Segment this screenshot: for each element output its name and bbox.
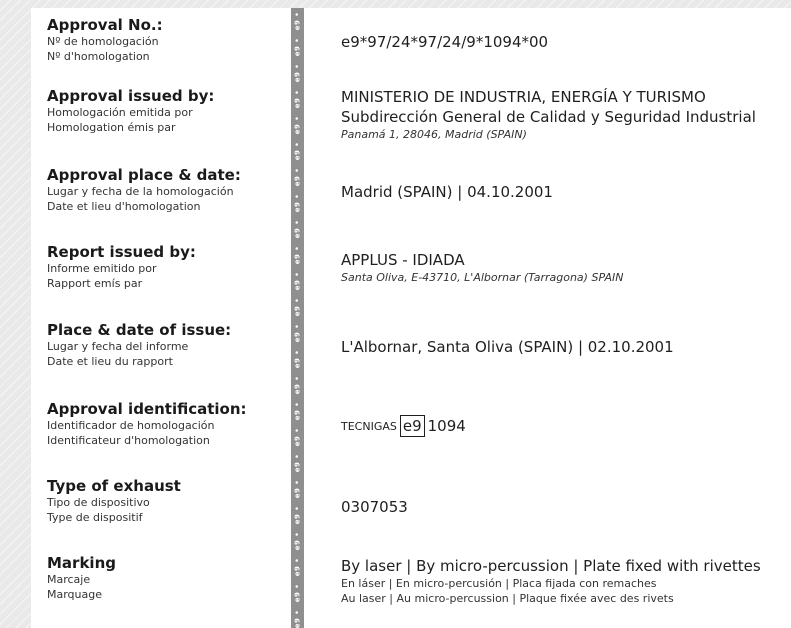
field-label: Approval place & date:	[47, 166, 241, 184]
value-cell: L'Albornar, Santa Oliva (SPAIN) | 02.10.…	[341, 337, 791, 357]
label-cell: Approval issued by: Homologación emitida…	[47, 87, 297, 135]
marking-value-es: En láser | En micro-percusión | Placa fi…	[341, 577, 657, 590]
field-label-fr: Marquage	[47, 588, 103, 601]
identification-number: 1094	[427, 417, 466, 435]
marking-value: By laser | By micro-percussion | Plate f…	[341, 557, 761, 575]
field-label-fr: Date et lieu d'homologation	[47, 200, 201, 213]
e-mark-box: e9	[399, 415, 425, 437]
label-cell: Approval place & date: Lugar y fecha de …	[47, 166, 297, 214]
issuer-address: Panamá 1, 28046, Madrid (SPAIN)	[341, 128, 527, 141]
approval-identification-mark: TECNIGAS e9 1094	[341, 415, 791, 437]
field-label: Approval No.:	[47, 16, 163, 34]
field-label-fr: Nº d'homologation	[47, 50, 150, 63]
report-issuer-address: Santa Oliva, E-43710, L'Albornar (Tarrag…	[341, 271, 624, 284]
e9-divider-mark: e9 •	[293, 63, 302, 83]
e9-divider-mark: e9 •	[293, 297, 302, 317]
field-label-fr: Homologation émis par	[47, 121, 176, 134]
field-label: Marking	[47, 554, 116, 572]
field-label-es: Lugar y fecha de la homologación	[47, 185, 234, 198]
field-label-es: Informe emitido por	[47, 262, 157, 275]
label-cell: Report issued by: Informe emitido por Ra…	[47, 243, 297, 291]
field-label-es: Identificador de homologación	[47, 419, 215, 432]
field-label-es: Nº de homologación	[47, 35, 159, 48]
field-label-fr: Date et lieu du rapport	[47, 355, 173, 368]
field-label: Approval identification:	[47, 400, 247, 418]
field-label: Type of exhaust	[47, 477, 181, 495]
report-issuer-name: APPLUS - IDIADA	[341, 251, 465, 269]
field-label-es: Homologación emitida por	[47, 106, 193, 119]
field-label-fr: Type de dispositif	[47, 511, 143, 524]
marking-value-fr: Au laser | Au micro-percussion | Plaque …	[341, 592, 674, 605]
label-cell: Type of exhaust Tipo de dispositivo Type…	[47, 477, 297, 525]
value-cell: e9*97/24*97/24/9*1094*00	[341, 32, 791, 52]
e9-divider-mark: e9 •	[293, 453, 302, 473]
issuer-name: MINISTERIO DE INDUSTRIA, ENERGÍA Y TURIS…	[341, 88, 706, 106]
exhaust-type-value: 0307053	[341, 498, 408, 516]
label-cell: Approval No.: Nº de homologación Nº d'ho…	[47, 16, 297, 64]
value-cell: Madrid (SPAIN) | 04.10.2001	[341, 182, 791, 202]
field-label: Report issued by:	[47, 243, 196, 261]
label-cell: Approval identification: Identificador d…	[47, 400, 297, 448]
value-cell: APPLUS - IDIADA Santa Oliva, E-43710, L'…	[341, 250, 791, 285]
field-label-fr: Identificateur d'homologation	[47, 434, 210, 447]
e9-divider-mark: e9 •	[293, 219, 302, 239]
label-cell: Marking Marcaje Marquage	[47, 554, 297, 602]
approval-number-value: e9*97/24*97/24/9*1094*00	[341, 33, 549, 51]
field-label-es: Tipo de dispositivo	[47, 496, 150, 509]
e9-divider-mark: e9 •	[293, 375, 302, 395]
brand-name: TECNIGAS	[341, 419, 397, 433]
field-label-es: Lugar y fecha del informe	[47, 340, 189, 353]
value-cell: 0307053	[341, 497, 791, 517]
value-cell: By laser | By micro-percussion | Plate f…	[341, 556, 791, 606]
field-label: Approval issued by:	[47, 87, 215, 105]
e9-divider-mark: e9 •	[293, 531, 302, 551]
e9-divider-mark: e9 •	[293, 609, 302, 628]
field-label-es: Marcaje	[47, 573, 91, 586]
approval-place-date-value: Madrid (SPAIN) | 04.10.2001	[341, 183, 553, 201]
value-cell: MINISTERIO DE INDUSTRIA, ENERGÍA Y TURIS…	[341, 87, 791, 142]
label-cell: Place & date of issue: Lugar y fecha del…	[47, 321, 297, 369]
place-date-of-issue-value: L'Albornar, Santa Oliva (SPAIN) | 02.10.…	[341, 338, 674, 356]
field-label-fr: Rapport emís par	[47, 277, 143, 290]
field-label: Place & date of issue:	[47, 321, 232, 339]
e9-divider-mark: e9 •	[293, 141, 302, 161]
issuer-department: Subdirección General de Calidad y Seguri…	[341, 108, 756, 126]
value-cell: TECNIGAS e9 1094	[341, 415, 791, 437]
